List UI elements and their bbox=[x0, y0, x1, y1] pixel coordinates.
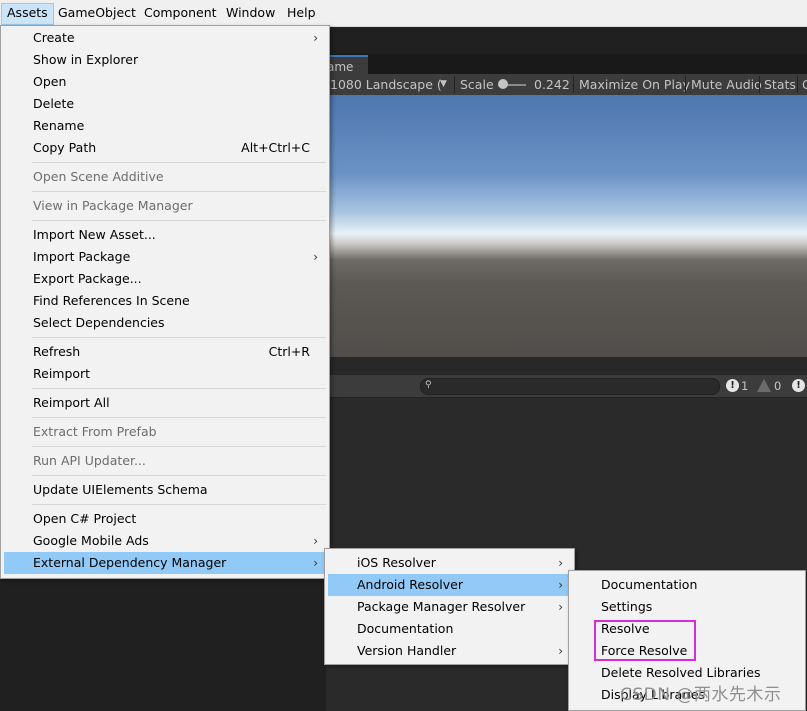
menu-separator bbox=[32, 475, 326, 476]
menu-item-package-manager-resolver[interactable]: Package Manager Resolver › bbox=[328, 596, 571, 618]
menu-separator bbox=[32, 162, 326, 163]
menu-item-import-new-asset[interactable]: Import New Asset... bbox=[4, 224, 326, 246]
menu-item-show-in-explorer[interactable]: Show in Explorer bbox=[4, 49, 326, 71]
tab-game[interactable]: ame bbox=[326, 55, 368, 75]
error-icon[interactable]: ! bbox=[726, 379, 739, 392]
menu-item-extract-from-prefab: Extract From Prefab bbox=[33, 424, 157, 439]
menu-separator bbox=[32, 337, 326, 338]
menu-item-label: Package Manager Resolver bbox=[357, 599, 526, 614]
menu-separator bbox=[32, 417, 326, 418]
menu-item-run-api-updater: Run API Updater... bbox=[33, 453, 146, 468]
menu-item-label: Android Resolver bbox=[357, 577, 463, 592]
menu-item-label: External Dependency Manager bbox=[33, 555, 227, 570]
menu-item-label: Copy Path bbox=[33, 140, 97, 155]
menu-item-reimport[interactable]: Reimport bbox=[4, 363, 326, 385]
error-count: 1 bbox=[741, 379, 749, 393]
menu-item-label: Refresh bbox=[33, 344, 81, 359]
menu-assets[interactable]: Assets bbox=[1, 3, 54, 25]
chevron-right-icon: › bbox=[558, 600, 563, 614]
menu-item-external-dependency-manager[interactable]: External Dependency Manager › bbox=[4, 552, 326, 574]
menu-gameobject[interactable]: GameObject bbox=[53, 3, 141, 23]
assets-menu: Create › Show in Explorer Open Delete Re… bbox=[0, 25, 330, 579]
chevron-right-icon: › bbox=[558, 578, 563, 592]
chevron-right-icon: › bbox=[313, 31, 318, 45]
resolution-label: 1080 Landscape (1 bbox=[330, 77, 442, 92]
console-toolbar: ⚲ ! 1 0 ! bbox=[326, 375, 807, 398]
menu-item-edm-documentation[interactable]: Documentation bbox=[328, 618, 571, 640]
mute-audio-toggle[interactable]: Mute Audio bbox=[691, 74, 762, 95]
tab-strip bbox=[326, 54, 807, 74]
info-icon[interactable]: ! bbox=[792, 379, 805, 392]
menu-item-documentation[interactable]: Documentation bbox=[572, 574, 802, 596]
edm-submenu: iOS Resolver › Android Resolver › Packag… bbox=[324, 548, 575, 665]
scale-slider-thumb[interactable] bbox=[498, 79, 508, 89]
menu-item-export-package[interactable]: Export Package... bbox=[4, 268, 326, 290]
menu-item-shortcut: Alt+Ctrl+C bbox=[241, 140, 310, 155]
menu-item-open[interactable]: Open bbox=[4, 71, 326, 93]
menu-separator bbox=[32, 220, 326, 221]
panel-divider bbox=[326, 357, 807, 375]
menu-window[interactable]: Window bbox=[221, 3, 280, 23]
menu-item-rename[interactable]: Rename bbox=[4, 115, 326, 137]
chevron-right-icon: › bbox=[558, 556, 563, 570]
menu-separator bbox=[32, 446, 326, 447]
menu-item-label: Import Package bbox=[33, 249, 131, 264]
menu-item-view-in-package-manager: View in Package Manager bbox=[33, 198, 193, 213]
console-search-input[interactable]: ⚲ bbox=[420, 378, 720, 395]
menu-bar: Assets GameObject Component Window Help bbox=[0, 0, 807, 27]
menu-item-shortcut: Ctrl+R bbox=[268, 344, 310, 359]
stats-toggle[interactable]: Stats bbox=[764, 74, 796, 95]
menu-separator bbox=[32, 191, 326, 192]
menu-item-label: Version Handler bbox=[357, 643, 457, 658]
menu-item-label: Create bbox=[33, 30, 75, 45]
menu-item-label: iOS Resolver bbox=[357, 555, 436, 570]
menu-separator bbox=[32, 504, 326, 505]
menu-separator bbox=[32, 388, 326, 389]
scale-value: 0.242 bbox=[534, 77, 570, 92]
menu-item-android-resolver[interactable]: Android Resolver › bbox=[328, 574, 571, 596]
menu-item-refresh[interactable]: Refresh Ctrl+R bbox=[4, 341, 326, 363]
menu-item-update-uielements-schema[interactable]: Update UIElements Schema bbox=[4, 479, 326, 501]
menu-item-import-package[interactable]: Import Package › bbox=[4, 246, 326, 268]
menu-item-label: Google Mobile Ads bbox=[33, 533, 149, 548]
menu-item-select-dependencies[interactable]: Select Dependencies bbox=[4, 312, 326, 334]
warning-icon[interactable] bbox=[757, 379, 771, 392]
menu-item-find-references[interactable]: Find References In Scene bbox=[4, 290, 326, 312]
search-icon: ⚲ bbox=[425, 380, 432, 390]
annotation-highlight-box bbox=[594, 620, 696, 661]
warning-count: 0 bbox=[774, 379, 782, 393]
scale-label: Scale bbox=[460, 77, 494, 92]
menu-item-reimport-all[interactable]: Reimport All bbox=[4, 392, 326, 414]
chevron-down-icon: ▼ bbox=[440, 79, 447, 89]
menu-item-google-mobile-ads[interactable]: Google Mobile Ads › bbox=[4, 530, 326, 552]
gizmos-toggle[interactable]: G bbox=[802, 74, 807, 95]
game-view-toolbar: 1080 Landscape (1 ▼ Scale 0.242 Maximize… bbox=[326, 74, 807, 96]
chevron-right-icon: › bbox=[313, 556, 318, 570]
watermark: CSDN @两水先木示 bbox=[620, 685, 782, 705]
maximize-on-play-toggle[interactable]: Maximize On Play bbox=[579, 74, 690, 95]
menu-item-delete[interactable]: Delete bbox=[4, 93, 326, 115]
menu-component[interactable]: Component bbox=[139, 3, 222, 23]
menu-item-create[interactable]: Create › bbox=[4, 27, 326, 49]
resolution-dropdown[interactable]: 1080 Landscape (1 bbox=[330, 74, 442, 95]
menu-item-open-csharp-project[interactable]: Open C# Project bbox=[4, 508, 326, 530]
menu-item-open-scene-additive: Open Scene Additive bbox=[33, 169, 164, 184]
menu-item-copy-path[interactable]: Copy Path Alt+Ctrl+C bbox=[4, 137, 326, 159]
game-viewport[interactable] bbox=[326, 95, 807, 357]
menu-item-version-handler[interactable]: Version Handler › bbox=[328, 640, 571, 662]
chevron-right-icon: › bbox=[313, 250, 318, 264]
tab-game-label: ame bbox=[327, 60, 354, 74]
chevron-right-icon: › bbox=[313, 534, 318, 548]
chevron-right-icon: › bbox=[558, 644, 563, 658]
menu-item-ios-resolver[interactable]: iOS Resolver › bbox=[328, 552, 571, 574]
menu-help[interactable]: Help bbox=[282, 3, 321, 23]
menu-item-settings[interactable]: Settings bbox=[572, 596, 802, 618]
